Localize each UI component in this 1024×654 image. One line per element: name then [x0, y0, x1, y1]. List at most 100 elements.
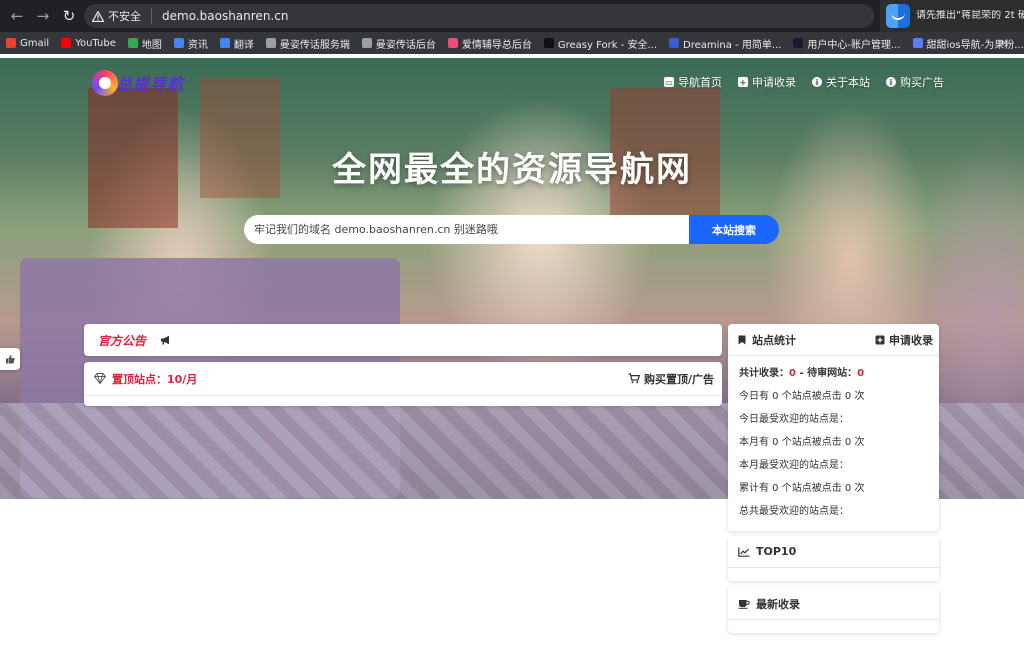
pinned-sites-label: 置顶站点：10/月 — [112, 372, 198, 386]
stats-line: 今日最受欢迎的站点是： — [739, 414, 849, 425]
pending-count: 0 — [857, 368, 865, 379]
bookmark-label: 地图 — [141, 39, 162, 51]
insecure-label: 不安全 — [108, 10, 141, 23]
bookmark-favicon-icon — [361, 38, 372, 48]
stats-line: 本月有 0 个站点被点击 0 次 — [739, 437, 865, 448]
bookmark-item[interactable]: 地图 — [127, 36, 162, 51]
top10-header: TOP10 — [728, 536, 939, 568]
forward-button[interactable]: → — [30, 3, 56, 29]
stats-summary-line: 共计收录：0 - 待审网站：0 — [739, 362, 928, 385]
line-chart-icon — [738, 547, 750, 557]
top-navigation: ▭ 导航首页 + 申请收录 i 关于本站 i 购买广告 — [664, 74, 944, 90]
bookmark-favicon-icon — [6, 38, 16, 48]
bookmark-label: 曼姿传话后台 — [375, 39, 436, 51]
summary-separator: - — [795, 368, 808, 379]
bookmark-item[interactable]: Gmail — [6, 38, 49, 49]
address-bar[interactable]: 不安全 demo.baoshanren.cn — [84, 4, 874, 28]
nav-about[interactable]: i 关于本站 — [812, 74, 870, 90]
apply-listing-link[interactable]: 申请收录 — [875, 332, 933, 348]
nav-label: 关于本站 — [826, 76, 870, 89]
latest-listings-panel: 最新收录 — [728, 588, 939, 633]
diamond-icon — [94, 373, 106, 384]
bookmark-favicon-icon — [669, 38, 680, 48]
bookmark-favicon-icon — [219, 38, 230, 48]
nav-label: 申请收录 — [752, 76, 796, 89]
total-label: 共计收录： — [739, 368, 789, 379]
bookmark-label: 用户中心-账户管理... — [807, 39, 901, 51]
stats-line: 总共最受欢迎的站点是： — [739, 506, 849, 517]
notification-text: 请先推出“蒋昆荣的 2t 硬 其关闭。 — [916, 10, 1024, 21]
monitor-icon: ▭ — [664, 77, 674, 87]
bookmark-item[interactable]: Greasy Fork - 安全... — [543, 36, 658, 51]
url-text[interactable]: demo.baoshanren.cn — [162, 9, 288, 23]
system-notification[interactable]: 请先推出“蒋昆荣的 2t 硬 其关闭。 — [880, 0, 1024, 32]
bookmark-label: 资讯 — [187, 39, 208, 51]
pinned-sites-header: 置顶站点：10/月 购买置顶/广告 — [84, 362, 722, 396]
site-logo[interactable]: 总提导航 — [92, 68, 184, 98]
bookmark-item[interactable]: 翻译 — [219, 36, 254, 51]
logo-text: 总提导航 — [116, 75, 185, 94]
buy-pinned-ad-label: 购买置顶/广告 — [643, 372, 714, 386]
nav-label: 导航首页 — [678, 76, 722, 89]
bookmarks-overflow-button[interactable]: » — [999, 36, 1006, 49]
back-button[interactable]: ← — [4, 3, 30, 29]
search-bar: 本站搜索 — [244, 215, 779, 244]
search-input[interactable] — [244, 215, 689, 244]
pinned-sites-panel: 置顶站点：10/月 购买置顶/广告 — [84, 362, 722, 406]
stats-line: 累计有 0 个站点被点击 0 次 — [739, 483, 865, 494]
buy-pinned-ad-link[interactable]: 购买置顶/广告 — [628, 371, 714, 387]
megaphone-icon — [161, 335, 170, 345]
bookmark-label: 曼姿传话服务端 — [279, 39, 350, 51]
bookmark-item[interactable]: 资讯 — [173, 36, 208, 51]
nav-apply[interactable]: + 申请收录 — [738, 74, 796, 90]
bookmark-item[interactable]: 曼姿传话服务端 — [265, 36, 350, 51]
bookmark-item[interactable]: Dreamina - 用简单... — [669, 36, 781, 51]
bookmark-label: Gmail — [20, 37, 50, 49]
info-icon: i — [812, 77, 822, 87]
bookmark-favicon-icon — [265, 38, 276, 48]
security-indicator[interactable]: 不安全 — [92, 8, 152, 24]
bookmark-item[interactable]: 曼姿传话后台 — [361, 36, 436, 51]
bookmarks-bar: Gmail YouTube 地图 资讯 翻译 曼姿传话服务端 曼姿传话后台 爱情辅导总后台 Gr… — [0, 32, 1024, 54]
site-stats-title: 站点统计 — [752, 333, 796, 347]
info-icon: i — [886, 77, 896, 87]
like-button[interactable] — [0, 348, 20, 370]
bookmark-item[interactable]: 爱情辅导总后台 — [447, 36, 532, 51]
nav-home[interactable]: ▭ 导航首页 — [664, 74, 722, 90]
hero-title: 全网最全的资源导航网 — [332, 150, 692, 190]
latest-listings-title: 最新收录 — [756, 597, 800, 611]
bookmark-favicon-icon — [61, 38, 72, 48]
bookmark-label: YouTube — [75, 37, 116, 49]
announcement-label: 官方公告 — [98, 333, 147, 348]
top10-title: TOP10 — [756, 545, 797, 558]
stats-line: 本月最受欢迎的站点是： — [739, 460, 849, 471]
bookmark-favicon-icon — [447, 38, 458, 48]
bookmark-label: 甜甜ios导航-为果粉... — [926, 39, 1024, 51]
total-count: 0 — [789, 368, 796, 379]
bookmark-item[interactable]: YouTube — [61, 38, 116, 49]
pending-label: 待审网站： — [807, 368, 858, 379]
bookmark-label: 翻译 — [233, 39, 254, 51]
warning-icon — [92, 10, 104, 22]
plus-square-icon — [875, 335, 885, 344]
search-button[interactable]: 本站搜索 — [689, 215, 779, 244]
logo-icon — [92, 70, 118, 96]
site-stats-body: 共计收录：0 - 待审网站：0 今日有 0 个站点被点击 0 次 今日最受欢迎的… — [728, 356, 939, 529]
bookmark-item[interactable]: 用户中心-账户管理... — [793, 36, 901, 51]
bookmark-favicon-icon — [793, 38, 804, 48]
bookmark-label: Greasy Fork - 安全... — [557, 39, 658, 51]
browser-toolbar: ← → ↻ 不安全 demo.baoshanren.cn 请先推出“蒋昆荣的 2… — [0, 0, 1024, 32]
coffee-cup-icon — [738, 599, 750, 609]
top10-panel: TOP10 — [728, 536, 939, 581]
page-content: 总提导航 ▭ 导航首页 + 申请收录 i 关于本站 i 购买广告 全网最全的资源… — [0, 54, 1024, 654]
bookmark-favicon-icon — [173, 38, 184, 48]
bookmark-favicon-icon — [127, 38, 138, 48]
pinned-sites-title: 置顶站点：10/月 — [94, 371, 197, 387]
bookmark-item[interactable]: 甜甜ios导航-为果粉... — [912, 36, 1024, 51]
bookmark-icon — [738, 335, 746, 344]
bookmark-label: 爱情辅导总后台 — [461, 39, 532, 51]
reload-button[interactable]: ↻ — [56, 3, 82, 29]
latest-listings-header: 最新收录 — [728, 588, 939, 620]
nav-buy-ads[interactable]: i 购买广告 — [886, 74, 944, 90]
thumbs-up-icon — [6, 355, 15, 364]
